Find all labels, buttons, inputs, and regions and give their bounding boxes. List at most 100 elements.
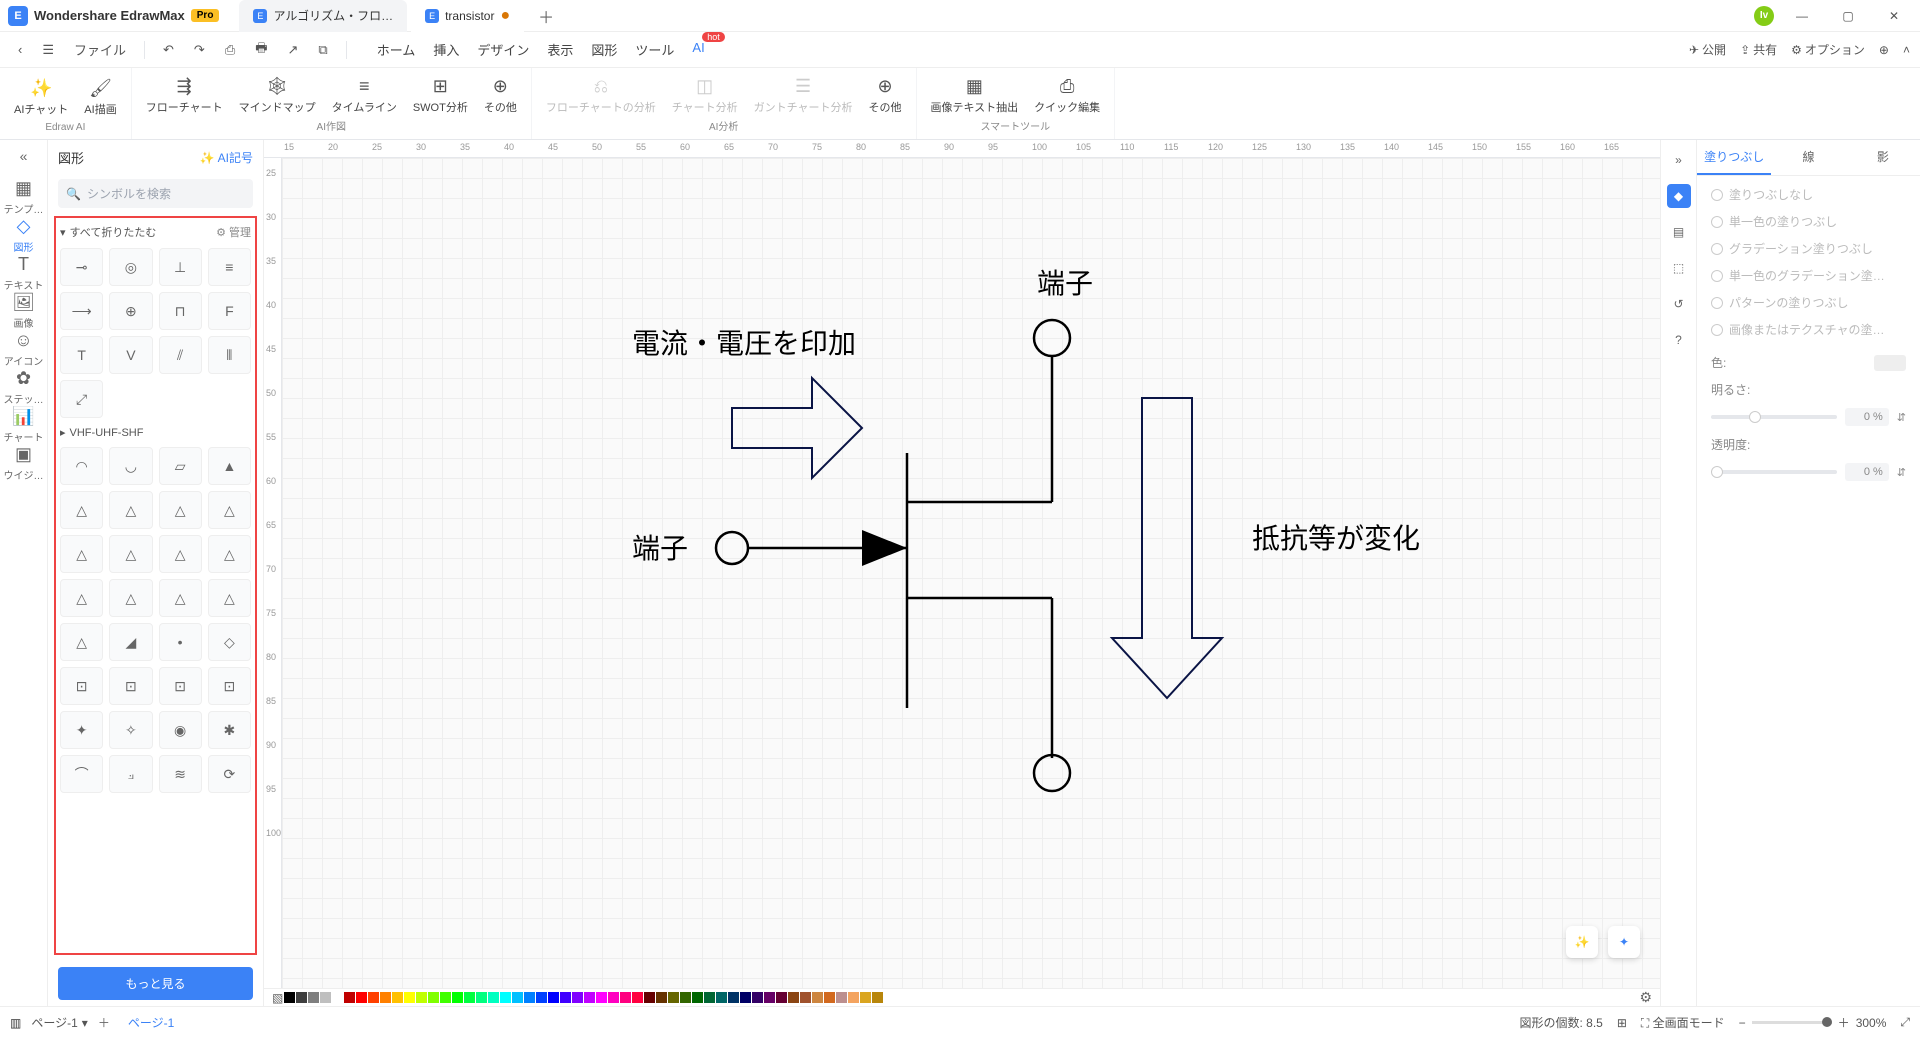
fill-option[interactable]: グラデーション塗りつぶし (1711, 240, 1906, 257)
export-button[interactable]: ↗ (280, 38, 307, 62)
shape-symbol[interactable]: ⊓ (159, 292, 202, 330)
add-tab-button[interactable]: ＋ (528, 0, 564, 32)
user-avatar[interactable]: Iv (1754, 6, 1774, 26)
ai-fab-2[interactable]: ✦ (1608, 926, 1640, 958)
shape-symbol[interactable]: △ (60, 535, 103, 573)
leftnav-4[interactable]: ☺アイコン (4, 330, 44, 368)
color-swatch[interactable] (632, 992, 643, 1003)
shape-symbol[interactable]: △ (159, 535, 202, 573)
color-swatch[interactable] (368, 992, 379, 1003)
document-tab-0[interactable]: E アルゴリズム・フロ… (239, 0, 407, 32)
shape-symbol[interactable]: ◠ (60, 447, 103, 485)
color-swatch[interactable] (548, 992, 559, 1003)
shape-symbol[interactable]: ✦ (60, 711, 103, 749)
fill-option[interactable]: 単一色の塗りつぶし (1711, 213, 1906, 230)
leftnav-5[interactable]: ✿ステッ… (4, 368, 44, 406)
collapse-all-section[interactable]: ▾ すべて折りたたむ ⚙ 管理 (60, 222, 251, 242)
add-page-button[interactable]: ＋ (98, 1014, 110, 1031)
color-swatch[interactable] (836, 992, 847, 1003)
color-swatch[interactable] (296, 992, 307, 1003)
shape-symbol[interactable]: ⊡ (208, 667, 251, 705)
color-swatch[interactable] (776, 992, 787, 1003)
ribbon-その他[interactable]: ⊕その他 (484, 76, 517, 115)
color-swatch[interactable] (596, 992, 607, 1003)
zoom-slider[interactable] (1752, 1021, 1832, 1024)
color-swatch[interactable] (284, 992, 295, 1003)
menu-tools[interactable]: ツール (635, 40, 674, 59)
opacity-slider[interactable] (1711, 470, 1837, 474)
ribbon-クイック編集[interactable]: ⎙クイック編集 (1034, 76, 1100, 115)
rightnav-history[interactable]: ↺ (1667, 292, 1691, 316)
leftnav-3[interactable]: 🖼画像 (4, 292, 44, 330)
color-swatch[interactable] (440, 992, 451, 1003)
shape-symbol[interactable]: ⊡ (60, 667, 103, 705)
shape-symbol[interactable]: ◇ (208, 623, 251, 661)
color-swatch[interactable] (488, 992, 499, 1003)
menu-design[interactable]: デザイン (477, 40, 529, 59)
color-swatch[interactable] (716, 992, 727, 1003)
color-swatch[interactable] (404, 992, 415, 1003)
redo-button[interactable]: ↷ (186, 38, 213, 62)
fill-option[interactable]: 画像またはテクスチャの塗… (1711, 321, 1906, 338)
ribbon-画像テキスト抽出[interactable]: ▦画像テキスト抽出 (931, 76, 1019, 115)
shape-symbol[interactable]: △ (109, 579, 152, 617)
shape-symbol[interactable]: △ (109, 491, 152, 529)
shape-symbol[interactable]: ✧ (109, 711, 152, 749)
shape-symbol[interactable]: ⊸ (60, 248, 103, 286)
shape-symbol[interactable]: ⟳ (208, 755, 251, 793)
zoom-out[interactable]: − (1739, 1016, 1746, 1030)
color-swatch[interactable] (620, 992, 631, 1003)
canvas[interactable]: 端子 端子 電流・電圧を印加 (282, 158, 1660, 988)
color-swatch[interactable] (812, 992, 823, 1003)
shape-symbol[interactable]: ⤢ (60, 380, 103, 418)
color-swatch[interactable] (452, 992, 463, 1003)
shape-symbol[interactable]: ▱ (159, 447, 202, 485)
ribbon-マインドマップ[interactable]: 🕸マインドマップ (239, 76, 316, 115)
rightnav-text[interactable]: ▤ (1667, 220, 1691, 244)
color-swatch[interactable] (512, 992, 523, 1003)
color-swatch[interactable] (848, 992, 859, 1003)
color-swatch[interactable] (536, 992, 547, 1003)
grid-toggle[interactable]: ⊞ (1617, 1016, 1627, 1030)
leftnav-2[interactable]: Tテキスト (4, 254, 44, 292)
shape-symbol[interactable]: • (159, 623, 202, 661)
color-picker[interactable] (1874, 355, 1906, 371)
color-swatch[interactable] (320, 992, 331, 1003)
ribbon-AIチャット[interactable]: ✨AIチャット (14, 78, 68, 117)
more-shapes-button[interactable]: もっと見る (58, 967, 253, 1000)
color-swatch[interactable] (752, 992, 763, 1003)
shape-symbol[interactable]: ⟓ (109, 755, 152, 793)
back-button[interactable]: ‹ (10, 38, 30, 61)
color-swatch[interactable] (788, 992, 799, 1003)
shape-symbol[interactable]: ≡ (208, 248, 251, 286)
color-swatch[interactable] (872, 992, 883, 1003)
color-swatch[interactable] (344, 992, 355, 1003)
collapse-leftnav[interactable]: « (20, 148, 28, 164)
menu-ai[interactable]: AI hot (692, 40, 704, 59)
color-swatch[interactable] (560, 992, 571, 1003)
ribbon-その他[interactable]: ⊕その他 (869, 76, 902, 115)
color-swatch[interactable] (860, 992, 871, 1003)
color-swatch[interactable] (308, 992, 319, 1003)
color-swatch[interactable] (740, 992, 751, 1003)
shape-symbol[interactable]: ◉ (159, 711, 202, 749)
rtab-line[interactable]: 線 (1771, 140, 1845, 175)
leftnav-6[interactable]: 📊チャート (4, 406, 44, 444)
color-swatch[interactable] (656, 992, 667, 1003)
shape-symbol[interactable]: △ (60, 623, 103, 661)
symbol-search[interactable]: 🔍 シンボルを検索 (58, 179, 253, 208)
shape-symbol[interactable]: ◡ (109, 447, 152, 485)
print-button[interactable]: 🖶 (247, 35, 275, 65)
color-swatch[interactable] (728, 992, 739, 1003)
shape-symbol[interactable]: △ (208, 491, 251, 529)
hamburger-icon[interactable]: ☰ (34, 38, 62, 62)
shape-symbol[interactable]: ◢ (109, 623, 152, 661)
color-swatch[interactable] (608, 992, 619, 1003)
collapse-ribbon-button[interactable]: ˄ (1903, 43, 1910, 57)
save-button[interactable]: ⎙ (217, 38, 243, 62)
share-button[interactable]: ⇪共有 (1740, 41, 1777, 58)
shape-symbol[interactable]: ⫽ (159, 336, 202, 374)
fill-option[interactable]: パターンの塗りつぶし (1711, 294, 1906, 311)
rtab-fill[interactable]: 塗りつぶし (1697, 140, 1771, 175)
shape-symbol[interactable]: ⊥ (159, 248, 202, 286)
